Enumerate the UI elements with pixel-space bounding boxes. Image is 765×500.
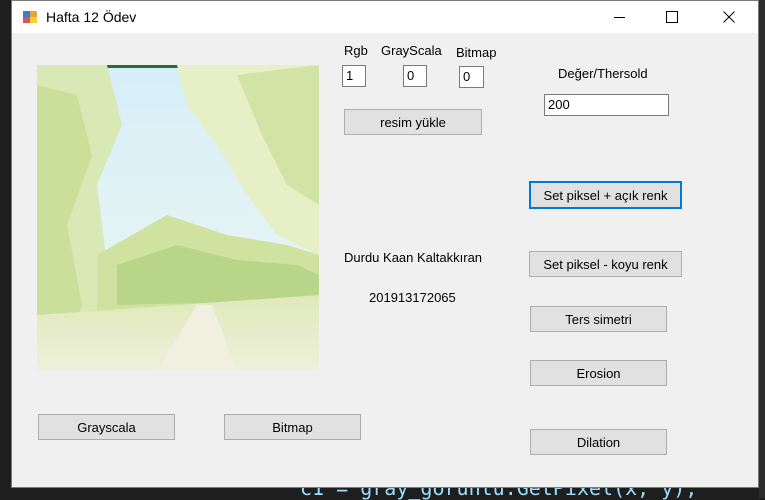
grayscala-input[interactable]: 0 <box>403 65 427 87</box>
erosion-button[interactable]: Erosion <box>530 360 667 386</box>
dilation-button[interactable]: Dilation <box>530 429 667 455</box>
minimize-button[interactable] <box>596 1 642 33</box>
close-icon <box>723 11 735 23</box>
grayscala-label: GrayScala <box>381 43 442 58</box>
picture-box-image <box>37 65 319 370</box>
background-scroll-strip <box>759 0 765 498</box>
rgb-input[interactable]: 1 <box>342 65 366 87</box>
threshold-label: Değer/Thersold <box>558 66 648 81</box>
bitmap-button[interactable]: Bitmap <box>224 414 361 440</box>
maximize-icon <box>666 11 678 23</box>
main-window: Hafta 12 Ödev Rgb GrayScala Bitmap 1 0 0… <box>11 0 759 488</box>
title-bar[interactable]: Hafta 12 Ödev <box>12 1 758 33</box>
rgb-label: Rgb <box>344 43 368 58</box>
window-title: Hafta 12 Ödev <box>46 9 137 25</box>
author-name-label: Durdu Kaan Kaltakkıran <box>344 250 483 265</box>
close-button[interactable] <box>706 1 752 33</box>
bitmap-label: Bitmap <box>456 45 497 60</box>
maximize-button[interactable] <box>649 1 695 33</box>
student-id-label: 201913172065 <box>369 290 456 305</box>
grayscale-button[interactable]: Grayscala <box>38 414 175 440</box>
app-icon <box>22 9 38 25</box>
minimize-icon <box>613 16 625 18</box>
set-pixel-dark-button[interactable]: Set piksel - koyu renk <box>529 251 682 277</box>
set-pixel-light-button[interactable]: Set piksel + açık renk <box>529 181 682 209</box>
bitmap-input[interactable]: 0 <box>459 66 484 88</box>
mirror-button[interactable]: Ters simetri <box>530 306 667 332</box>
form-client-area: Rgb GrayScala Bitmap 1 0 0 Değer/Thersol… <box>12 33 758 489</box>
threshold-input[interactable]: 200 <box>544 94 669 116</box>
load-image-button[interactable]: resim yükle <box>344 109 482 135</box>
